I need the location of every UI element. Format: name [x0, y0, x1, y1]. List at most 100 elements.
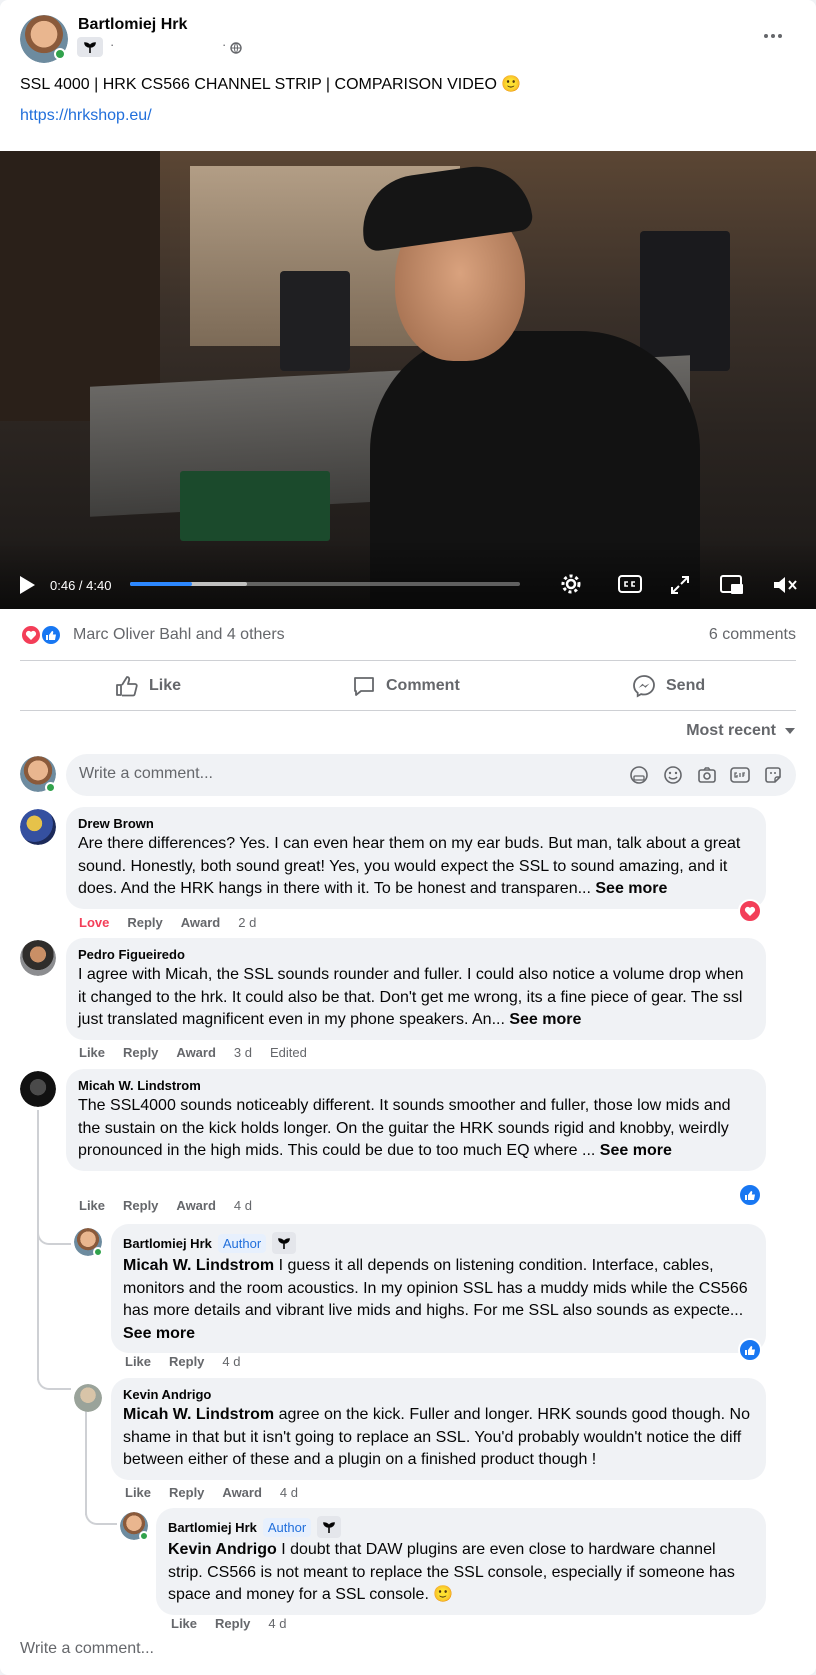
commenter-avatar[interactable] [20, 809, 56, 845]
love-reaction-icon [20, 624, 42, 646]
like-reaction-icon[interactable] [738, 1338, 762, 1362]
comment-reply-button[interactable]: Reply [123, 1198, 158, 1213]
see-more-link[interactable]: See more [509, 1011, 581, 1028]
reply-reply-button[interactable]: Reply [215, 1616, 250, 1631]
emoji-icon[interactable] [663, 765, 683, 785]
send-button[interactable]: Send [632, 670, 705, 702]
comments-count[interactable]: 6 comments [709, 626, 796, 644]
comment-text: I agree with Micah, the SSL sounds round… [78, 964, 754, 1032]
divider [20, 710, 796, 711]
video-equipment [180, 471, 330, 541]
comment-actions: Like Reply Award 4 d [79, 1198, 252, 1213]
picture-in-picture-icon[interactable] [720, 575, 744, 595]
comment-text: The SSL4000 sounds noticeably different.… [78, 1095, 754, 1163]
commenter-name[interactable]: Drew Brown [78, 815, 754, 832]
comment-actions: Like Reply Award 3 d Edited [79, 1045, 307, 1060]
see-more-link[interactable]: See more [595, 880, 667, 897]
reaction-summary[interactable]: Marc Oliver Bahl and 4 others [73, 626, 285, 644]
comment-label: Comment [386, 677, 460, 694]
fullscreen-icon[interactable] [670, 575, 690, 595]
comment-text: Micah W. Lindstrom I guess it all depend… [123, 1255, 754, 1345]
comment-bubble: Micah W. Lindstrom The SSL4000 sounds no… [66, 1069, 766, 1171]
reply-like-button[interactable]: Like [171, 1616, 197, 1631]
online-indicator [139, 1531, 149, 1541]
reply-actions: Like Reply 4 d [171, 1616, 287, 1631]
thread-connector [85, 1505, 117, 1525]
comment-award-button[interactable]: Award [176, 1045, 216, 1060]
reply-header: Bartlomiej Hrk Author [168, 1516, 754, 1538]
commenter-avatar[interactable] [20, 1071, 56, 1107]
commenter-name[interactable]: Micah W. Lindstrom [78, 1077, 754, 1094]
video-speaker-left [280, 271, 350, 371]
comment-time[interactable]: 3 d [234, 1045, 252, 1060]
like-reaction-icon[interactable] [738, 1183, 762, 1207]
captions-icon[interactable] [618, 575, 642, 593]
reply-like-button[interactable]: Like [125, 1354, 151, 1369]
mention-link[interactable]: Micah W. Lindstrom [123, 1257, 274, 1274]
reply-time[interactable]: 4 d [222, 1354, 240, 1369]
comment-edited[interactable]: Edited [270, 1045, 307, 1060]
mute-icon[interactable] [772, 575, 798, 595]
commenter-name[interactable]: Kevin Andrigo [123, 1386, 754, 1403]
comment-award-button[interactable]: Award [181, 915, 221, 930]
see-more-link[interactable]: See more [123, 1325, 195, 1342]
divider [20, 660, 796, 661]
sort-label: Most recent [686, 722, 776, 739]
badge-icon [77, 37, 103, 57]
globe-icon [230, 42, 242, 54]
author-name[interactable]: Bartlomiej Hrk [78, 16, 187, 34]
comment-text: Are there differences? Yes. I can even h… [78, 833, 754, 901]
badge-icon [317, 1516, 342, 1538]
comment-reply-button[interactable]: Reply [127, 915, 162, 930]
author-badge: Author [262, 1517, 312, 1537]
reply-reply-button[interactable]: Reply [169, 1485, 204, 1500]
reply-time[interactable]: 4 d [280, 1485, 298, 1500]
settings-icon[interactable] [560, 573, 582, 595]
commenter-name[interactable]: Bartlomiej Hrk [168, 1519, 257, 1536]
thread-connector [37, 1225, 71, 1245]
play-icon[interactable] [18, 575, 36, 595]
commenter-avatar[interactable] [20, 940, 56, 976]
reply-like-button[interactable]: Like [125, 1485, 151, 1500]
comment-sort-dropdown[interactable]: Most recent [686, 722, 796, 740]
commenter-name[interactable]: Pedro Figueiredo [78, 946, 754, 963]
comment-like-button[interactable]: Like [79, 1045, 105, 1060]
comment-input[interactable]: Write a comment... [66, 754, 796, 796]
bottom-comment-input[interactable]: Write a comment... [20, 1640, 154, 1658]
reply-reply-button[interactable]: Reply [169, 1354, 204, 1369]
video-controls-shade [0, 539, 816, 609]
comment-input-placeholder: Write a comment... [79, 765, 213, 782]
caret-down-icon [785, 728, 795, 734]
comment-button[interactable]: Comment [352, 670, 460, 702]
avatar-sticker-icon[interactable] [629, 765, 649, 785]
comment-like-button[interactable]: Like [79, 1198, 105, 1213]
sticker-icon[interactable] [763, 765, 783, 785]
comment-award-button[interactable]: Award [176, 1198, 216, 1213]
thumbs-up-icon [116, 676, 138, 697]
video-progress-bar[interactable] [130, 582, 520, 586]
comment-icon [354, 677, 374, 696]
reply-time[interactable]: 4 d [268, 1616, 286, 1631]
love-reaction-icon[interactable] [738, 899, 762, 923]
comment-time[interactable]: 4 d [234, 1198, 252, 1213]
mention-link[interactable]: Kevin Andrigo [168, 1541, 277, 1558]
post-link[interactable]: https://hrkshop.eu/ [20, 107, 152, 125]
post-meta-separator: · [110, 37, 115, 52]
comment-reply-button[interactable]: Reply [123, 1045, 158, 1060]
camera-icon[interactable] [697, 765, 717, 785]
comment-time[interactable]: 2 d [238, 915, 256, 930]
see-more-link[interactable]: See more [600, 1142, 672, 1159]
comment-love-button[interactable]: Love [79, 915, 109, 930]
gif-icon[interactable] [730, 765, 750, 785]
thread-connector [37, 1370, 71, 1390]
mention-link[interactable]: Micah W. Lindstrom [123, 1406, 274, 1423]
online-indicator [54, 48, 66, 60]
like-button[interactable]: Like [115, 670, 181, 702]
commenter-name[interactable]: Bartlomiej Hrk [123, 1235, 212, 1252]
more-options-icon[interactable] [764, 28, 788, 44]
video-progress-fill [130, 582, 193, 586]
reaction-icons[interactable] [20, 624, 66, 646]
reply-award-button[interactable]: Award [222, 1485, 262, 1500]
video-player[interactable]: 0:46 / 4:40 [0, 151, 816, 609]
commenter-avatar[interactable] [74, 1384, 102, 1412]
